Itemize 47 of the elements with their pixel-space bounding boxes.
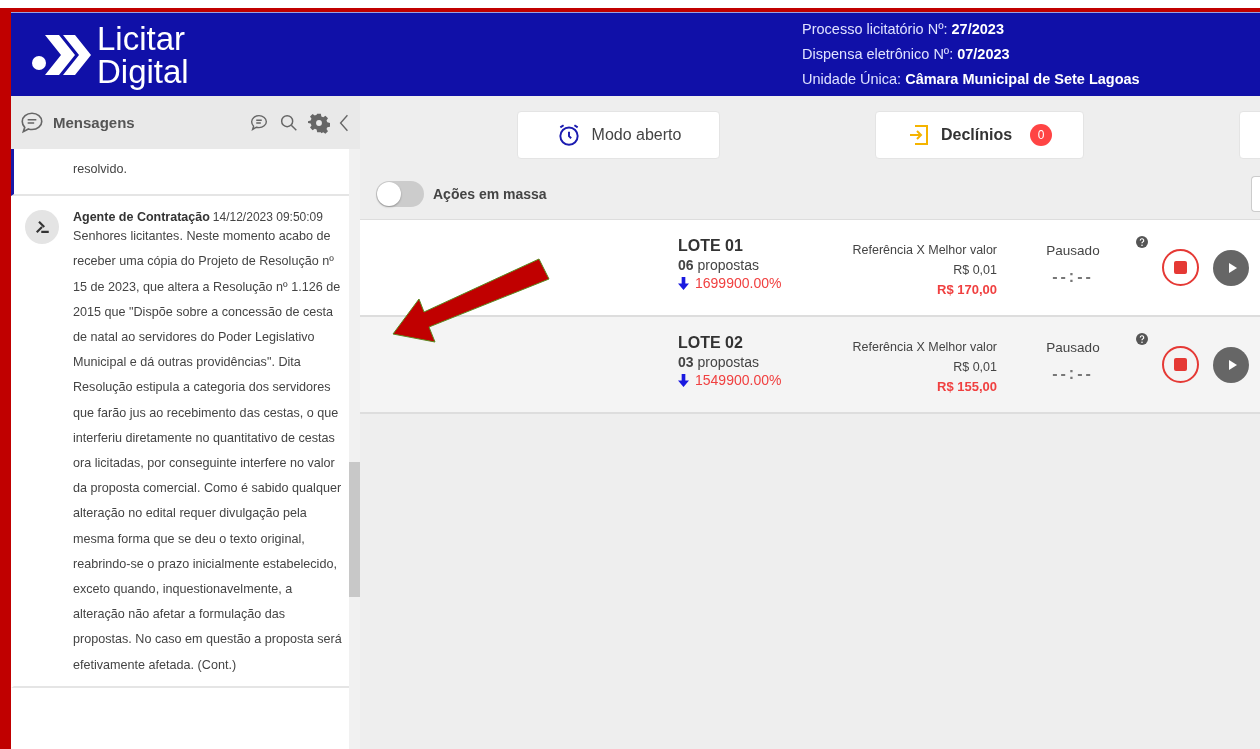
logo-text: Digital [97, 54, 189, 88]
process-info: Processo licitatório Nº: 27/2023 [802, 20, 1005, 39]
logo-icon [31, 32, 91, 77]
play-button[interactable] [1213, 347, 1249, 383]
toggle-label: Ações em massa [433, 186, 547, 202]
message-time: 14/12/2023 09:50:09 [212, 210, 323, 225]
message-text: Senhores licitantes. Neste momento acabo de receber uma cópia do Projeto de Resolução nº 15 de 2023, que altera a Resolução nº 1.126 de 2015 que "Dispõe sobre a concessão de cesta de natal ao servidores do Poder Legislativo Municipal e dá outras providências". Dita Resolução estipula a categoria dos servidores que farão jus ao recebimento das cestas, o que interferiu diretamente no quantitativo de cestas ora licitadas, por conseguinte interfere no valor da proposta comercial. Como é sabido qualquer alteração no edital requer divulgação pela mesma forma que se deu o texto original, reabrindo-se o prazo inicialmente estabelecido, exceto quando, inquestionavelmente, a alteração não afetar a formulação das propostas. No caso em questão a proposta será efetivamente afetada. (Cont.) [73, 228, 343, 674]
toolbar-button[interactable]: Modo aberto [517, 111, 720, 159]
toggle-switch[interactable] [376, 181, 424, 207]
reference-value: R$ 0,01 [952, 262, 997, 279]
play-icon [1226, 359, 1238, 371]
lot-title: LOTE 01 [678, 236, 744, 256]
sidebar-title: Mensagens [53, 114, 135, 131]
play-icon [1226, 262, 1238, 274]
help-icon[interactable] [1136, 236, 1148, 248]
percentage-text: 1549900.00% [695, 371, 782, 389]
process-info: Unidade Única: Câmara Municipal de Sete Lagoas [802, 70, 1141, 89]
down-arrow-icon [678, 276, 689, 290]
status-text: Pausado [1045, 242, 1101, 260]
countdown-timer: --:-- [1051, 365, 1095, 383]
reference-value: R$ 0,01 [952, 359, 997, 376]
countdown-timer: --:-- [1051, 268, 1095, 286]
lot-title: LOTE 02 [678, 333, 744, 353]
lot-row[interactable]: LOTE 02 03 propostas 1549900.00% Referência X Melhor valor R$ 0,01 R$ 155,00 Pausado --:-- [360, 317, 1260, 414]
best-value: R$ 170,00 [936, 281, 997, 299]
input-field[interactable] [1251, 176, 1260, 212]
proposal-count: 03 propostas [678, 353, 760, 371]
lot-row[interactable]: LOTE 01 06 propostas 1699900.00% Referência X Melhor valor R$ 0,01 R$ 170,00 Pausado --:-- [360, 220, 1260, 317]
down-arrow-icon [678, 373, 689, 387]
message-author: Agente de Contratação [73, 210, 210, 225]
reference-label: Referência X Melhor valor [851, 242, 997, 259]
status-text: Pausado [1045, 339, 1101, 357]
stop-button[interactable] [1162, 249, 1199, 286]
scrollbar[interactable] [349, 149, 360, 749]
count-badge: 0 [1030, 124, 1053, 146]
message-text: resolvido. [73, 161, 128, 178]
logo-text: Licitar [97, 21, 187, 55]
toolbar-button[interactable]: Declínios 0 [875, 111, 1084, 159]
best-value: R$ 155,00 [936, 378, 997, 396]
reference-label: Referência X Melhor valor [851, 339, 997, 356]
stop-button[interactable] [1162, 346, 1199, 383]
play-button[interactable] [1213, 250, 1249, 286]
help-icon[interactable] [1136, 333, 1148, 345]
process-info: Dispensa eletrônico Nº: 07/2023 [802, 45, 1011, 64]
settings-icon[interactable] [308, 111, 330, 134]
proposal-count: 06 propostas [678, 256, 760, 274]
percentage-text: 1699900.00% [695, 274, 782, 292]
